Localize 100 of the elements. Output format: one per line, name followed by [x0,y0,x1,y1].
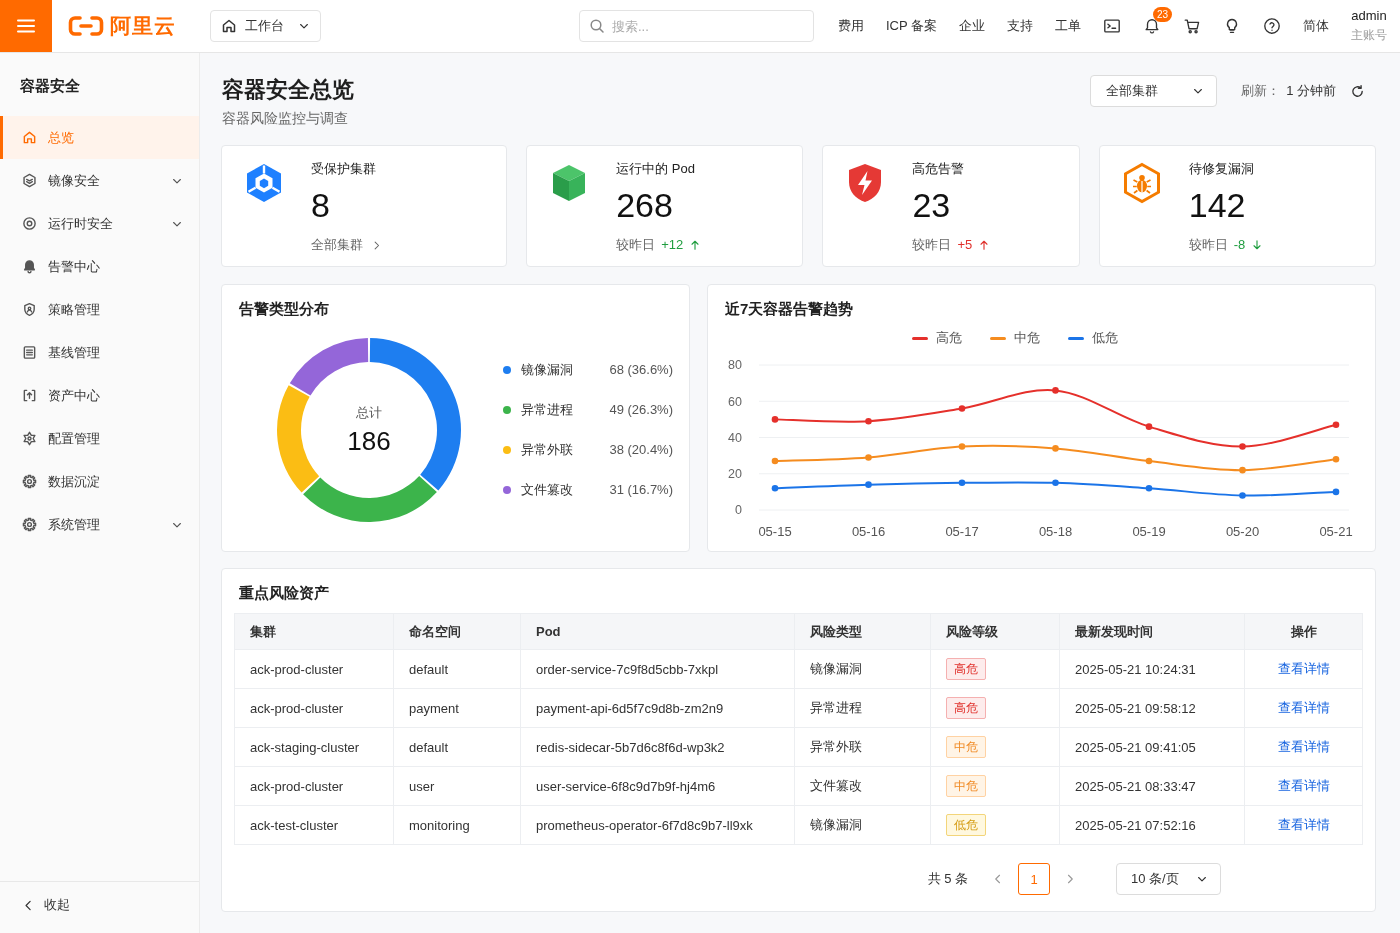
collapse-button[interactable]: 收起 [22,896,70,914]
cluster-dropdown[interactable]: 全部集群 [1090,75,1218,107]
table-cell: user [393,766,521,806]
sidebar-item[interactable]: 策略管理 [0,288,199,331]
stat-value: 23 [912,185,952,225]
sidebar-item[interactable]: 资产中心 [0,374,199,417]
table-cell: default [393,727,521,767]
asterisk-cog-icon [22,431,37,446]
table-cell: ack-prod-cluster [234,688,394,728]
axis-label: 05-18 [1038,524,1073,539]
table-cell: 镜像漏洞 [794,649,931,689]
refresh-button[interactable] [1350,83,1365,99]
page-size-dropdown[interactable]: 10 条/页 [1116,863,1221,895]
detail-link[interactable]: 查看详情 [1277,700,1330,715]
data-point [771,484,779,492]
home-icon [22,130,37,145]
trend-delta: -8 [1233,236,1246,254]
data-point [958,405,966,412]
nav-link[interactable]: 费用 [837,17,864,35]
notification-badge: 23 [1153,7,1173,22]
nav-link[interactable]: 支持 [1007,17,1033,35]
sidebar-item[interactable]: 系统管理 [0,503,199,546]
trend-delta: +12 [661,236,684,254]
table-cell: 异常外联 [794,727,931,767]
data-point [865,454,872,461]
table-cell: 2025-05-21 09:58:12 [1059,688,1245,728]
table-cell: redis-sidecar-5b7d6c8f6d-wp3k2 [520,727,795,767]
card-title: 重点风险资产 [239,583,330,603]
nav-link[interactable]: 企业 [959,17,985,35]
data-point [1145,457,1153,465]
shield-user-icon [22,302,37,317]
workspace-dropdown[interactable]: 工作台 [210,10,321,42]
nav-link[interactable]: 工单 [1055,17,1081,35]
stat-label: 待修复漏洞 [1188,160,1255,178]
help-button[interactable] [1263,17,1281,35]
table-cell: 2025-05-21 07:52:16 [1059,805,1245,845]
compare-label: 较昨日 [616,236,656,254]
legend-value: 49 (26.3%) [609,401,673,419]
data-point [865,417,872,425]
trend-delta: +5 [957,236,973,254]
table-cell: 文件篡改 [794,766,931,806]
stat-value: 142 [1188,185,1247,225]
table-cell: 2025-05-21 08:33:47 [1059,766,1245,806]
stat-label: 高危告警 [912,160,966,178]
gear-icon [22,517,37,532]
data-point [1332,455,1340,463]
table-cell: ack-prod-cluster [234,766,394,806]
legend-label: 文件篡改 [521,481,573,499]
axis-label: 05-16 [851,524,886,539]
data-point [1052,387,1059,394]
sidebar-item[interactable]: 镜像安全 [0,159,199,202]
table-cell: ack-prod-cluster [234,649,394,689]
detail-link[interactable]: 查看详情 [1277,817,1330,832]
ring-icon [22,216,37,231]
search-field[interactable]: 搜索... [578,10,814,42]
data-point [1239,466,1246,474]
refresh-label: 刷新： [1241,82,1281,100]
sidebar-item[interactable]: 配置管理 [0,417,199,460]
column-header: 集群 [234,613,394,650]
stat-label: 受保护集群 [311,160,377,178]
compare-label: 较昨日 [1188,236,1228,254]
detail-link[interactable]: 查看详情 [1277,661,1330,676]
user-name[interactable]: admin [1351,8,1387,23]
table-cell: 2025-05-21 09:41:05 [1059,727,1245,767]
data-point [1145,423,1153,430]
detail-link[interactable]: 查看详情 [1277,778,1330,793]
sidebar-item[interactable]: 基线管理 [0,331,199,374]
sidebar-item[interactable]: 数据沉淀 [0,460,199,503]
compare-label: 较昨日 [912,236,952,254]
legend-value: 38 (20.4%) [609,441,673,459]
legend-value: 31 (16.7%) [609,481,673,499]
menu-button[interactable] [0,0,52,52]
nav-link[interactable]: ICP 备案 [885,17,937,35]
data-point [1052,445,1059,452]
axis-label: 05-21 [1319,524,1353,539]
refresh-icon [1350,83,1365,99]
legend-label: 异常进程 [521,401,573,419]
total-value: 186 [347,424,391,457]
sidebar-item[interactable]: 告警中心 [0,245,199,288]
terminal-button[interactable] [1103,17,1121,35]
language-link[interactable]: 简体 [1303,17,1329,35]
table-cell: default [393,649,521,689]
column-header: 风险类型 [794,613,931,650]
axis-label: 60 [728,394,742,409]
all-clusters-link[interactable]: 全部集群 [311,235,382,255]
gear-icon [22,474,37,489]
sidebar-item[interactable]: 运行时安全 [0,202,199,245]
data-point [1145,484,1153,492]
legend-label: 高危 [936,329,962,347]
page-subtitle: 容器风险监控与调查 [222,109,349,128]
table-cell: ack-test-cluster [234,805,394,845]
detail-link[interactable]: 查看详情 [1277,739,1330,754]
total-label: 总计 [356,403,382,422]
table-cell: monitoring [393,805,521,845]
logo-icon [68,15,104,37]
document-list-icon [22,345,37,360]
legend-value: 68 (36.6%) [609,361,673,379]
risk-level-tag: 中危 [946,736,986,758]
table-cell: ack-staging-cluster [234,727,394,767]
cart-button[interactable] [1183,17,1201,35]
